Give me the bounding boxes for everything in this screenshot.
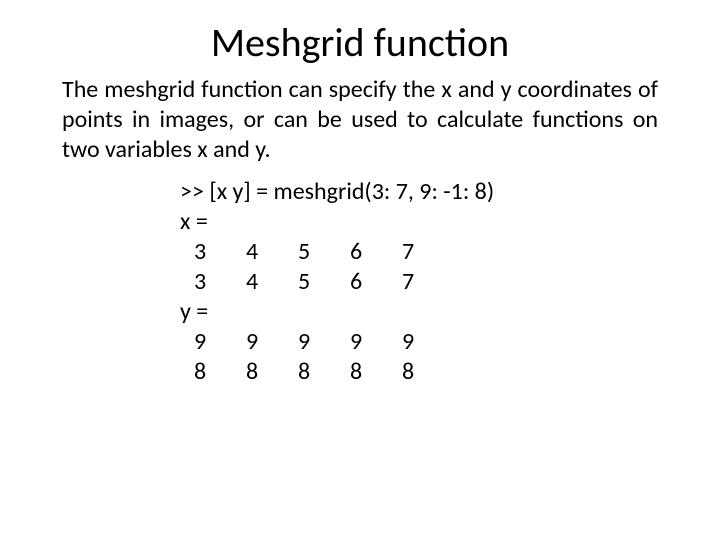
matrix-cell: 5 [298,237,350,267]
matrix-cell: 3 [194,267,246,297]
table-row: 9 9 9 9 9 [194,327,454,357]
slide-title: Meshgrid function [62,18,658,67]
matrix-cell: 7 [402,267,454,297]
slide: Meshgrid function The meshgrid function … [0,0,720,540]
matrix-cell: 8 [402,357,454,387]
x-label: x = [180,207,658,237]
matrix-cell: 9 [246,327,298,357]
matrix-cell: 8 [194,357,246,387]
matrix-cell: 4 [246,267,298,297]
table-row: 3 4 5 6 7 [194,267,454,297]
table-row: 3 4 5 6 7 [194,237,454,267]
matrix-cell: 7 [402,237,454,267]
table-row: 8 8 8 8 8 [194,357,454,387]
matrix-cell: 9 [402,327,454,357]
matrix-cell: 9 [350,327,402,357]
matrix-cell: 3 [194,237,246,267]
slide-description: The meshgrid function can specify the x … [62,75,658,165]
matrix-cell: 8 [298,357,350,387]
matrix-cell: 6 [350,237,402,267]
code-block: >> [x y] = meshgrid(3: 7, 9: -1: 8) x = … [180,177,658,387]
matrix-cell: 4 [246,237,298,267]
matrix-cell: 5 [298,267,350,297]
matrix-cell: 6 [350,267,402,297]
matrix-cell: 8 [350,357,402,387]
matrix-cell: 8 [246,357,298,387]
y-matrix: 9 9 9 9 9 8 8 8 8 8 [194,327,454,387]
y-label: y = [180,297,658,327]
matrix-cell: 9 [194,327,246,357]
code-command: >> [x y] = meshgrid(3: 7, 9: -1: 8) [180,177,658,207]
matrix-cell: 9 [298,327,350,357]
x-matrix: 3 4 5 6 7 3 4 5 6 7 [194,237,454,297]
